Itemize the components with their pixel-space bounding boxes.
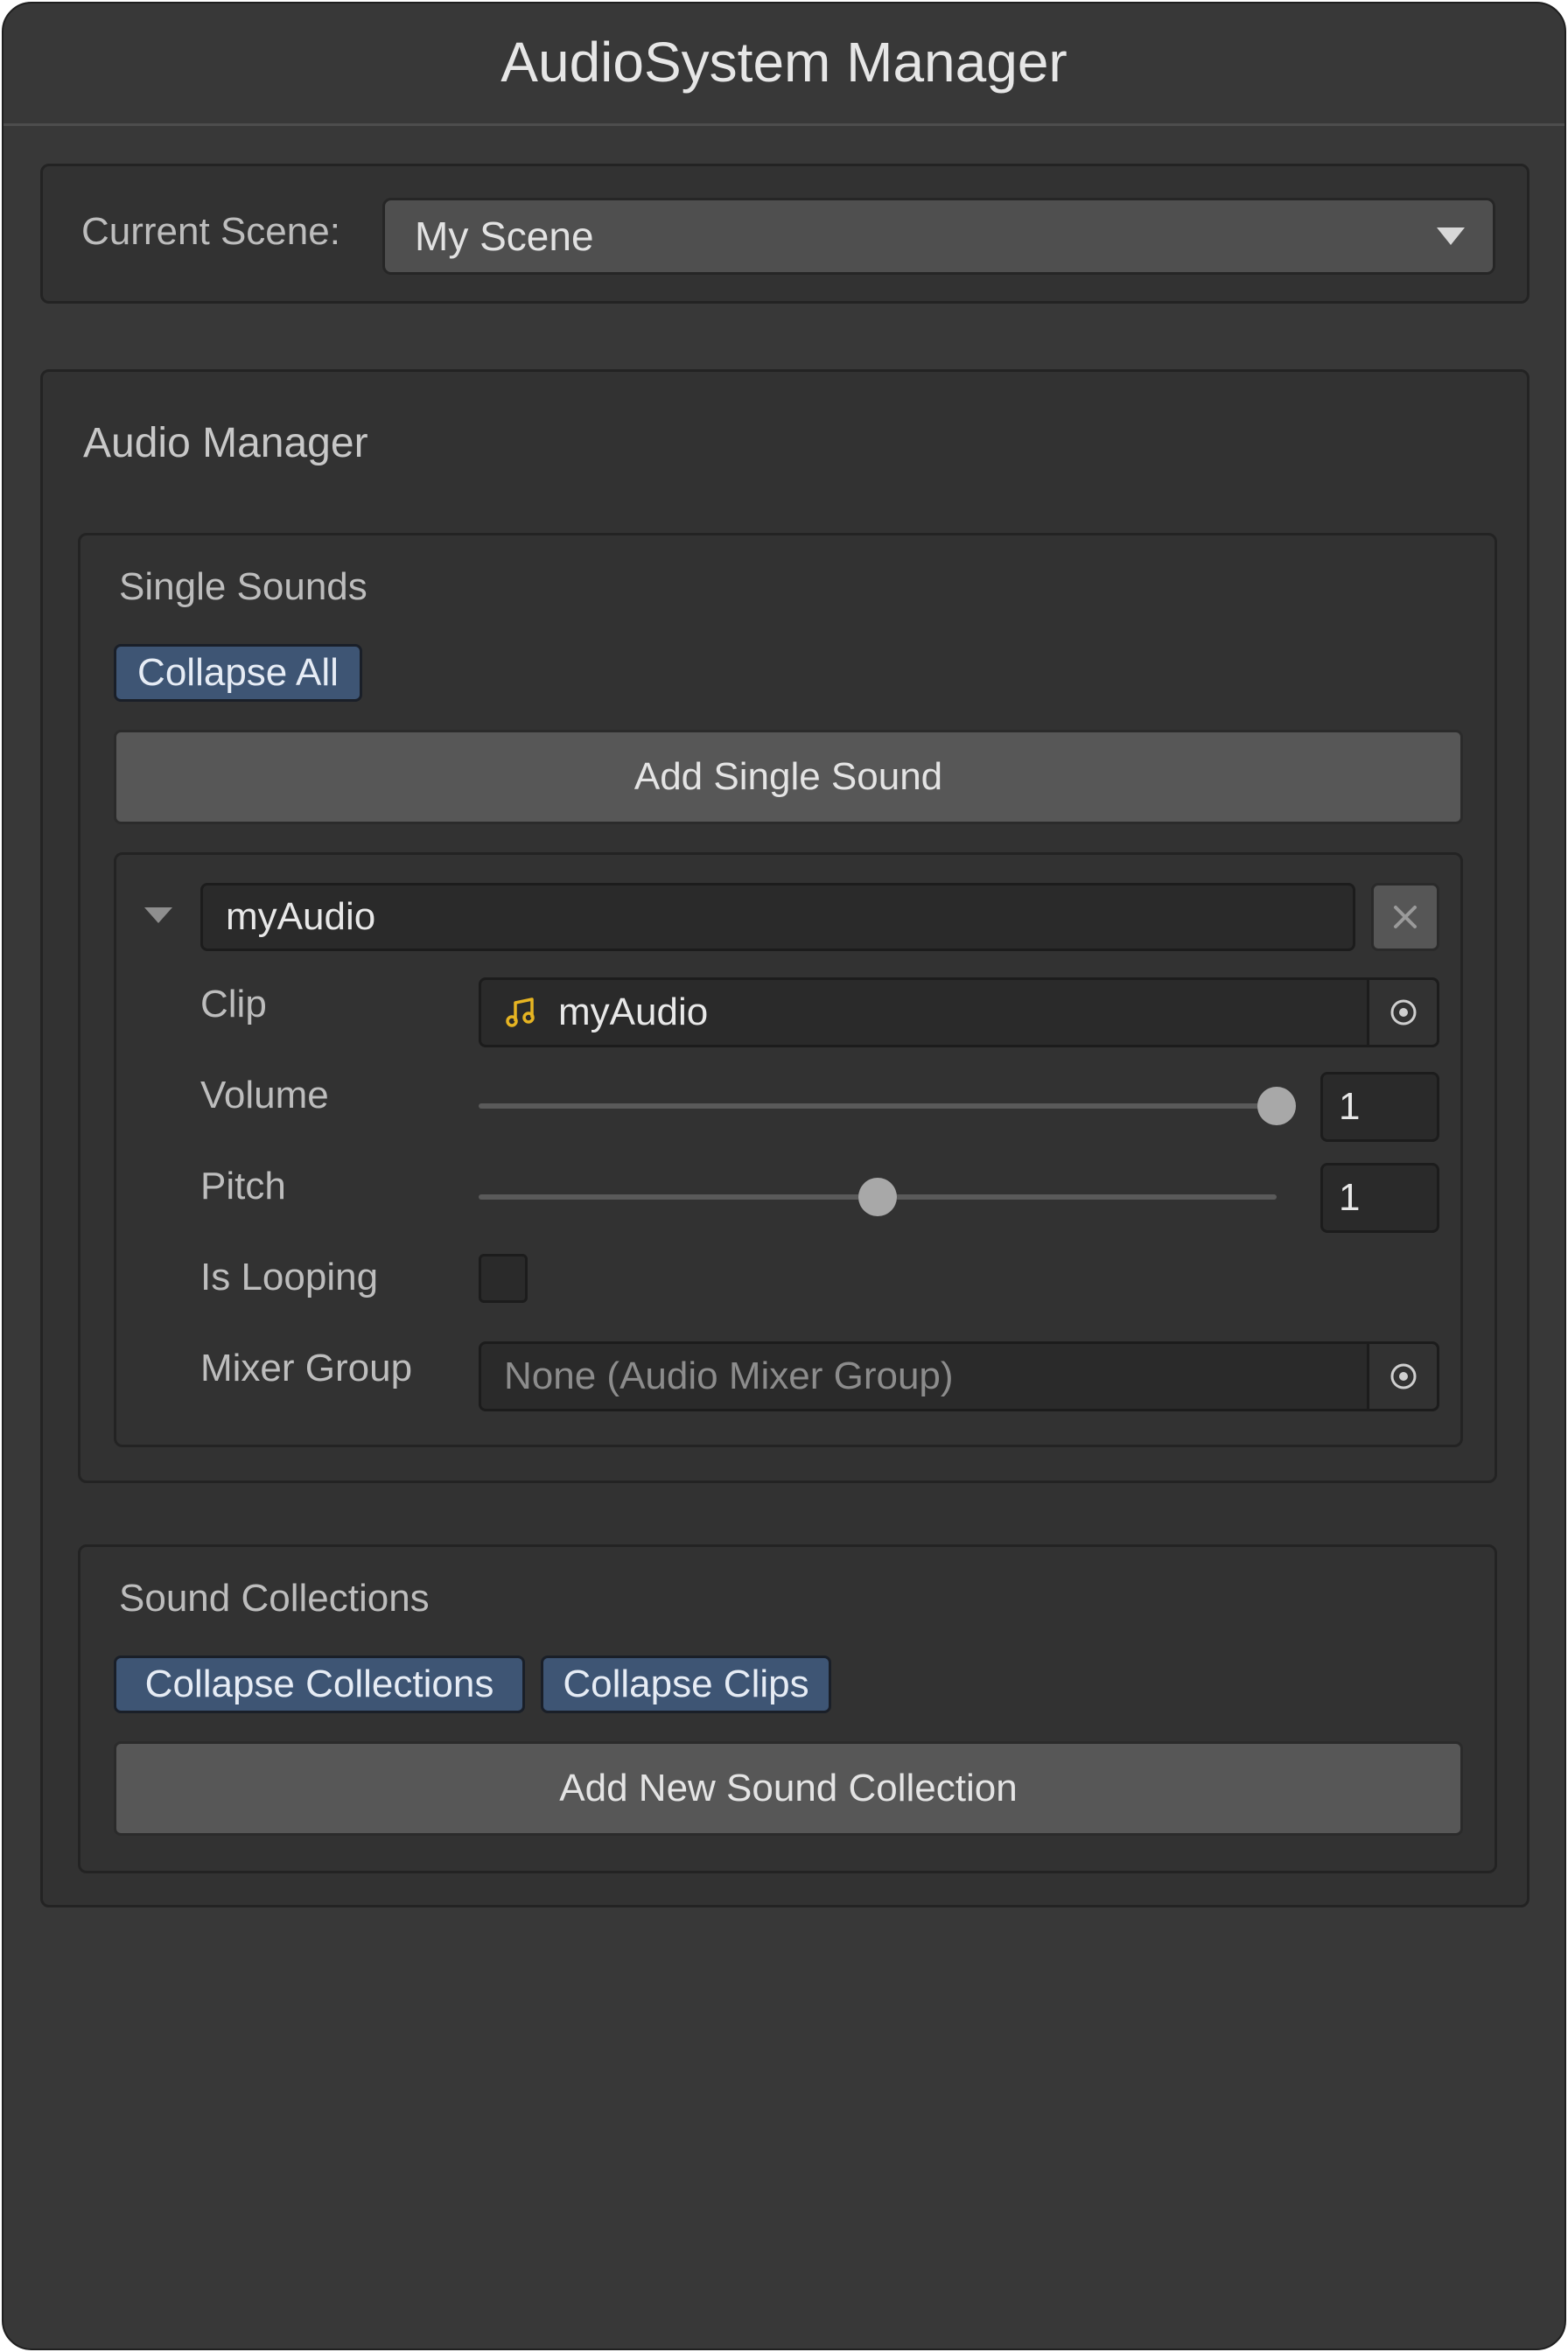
collapse-clips-button[interactable]: Collapse Clips [541, 1656, 831, 1713]
pitch-slider-thumb[interactable] [858, 1178, 897, 1216]
scene-panel: Current Scene: My Scene [40, 164, 1530, 304]
pitch-label: Pitch [200, 1165, 286, 1208]
sound-name-field[interactable]: myAudio [200, 883, 1355, 951]
clip-picker-button[interactable] [1367, 980, 1437, 1045]
scene-dropdown-value: My Scene [415, 214, 594, 259]
scene-dropdown[interactable]: My Scene [382, 198, 1495, 275]
pitch-value: 1 [1339, 1176, 1361, 1219]
single-sounds-section: Single Sounds Collapse All Add Single So… [78, 533, 1497, 1483]
volume-value: 1 [1339, 1085, 1361, 1128]
mixer-group-label: Mixer Group [200, 1347, 413, 1390]
sound-name-value: myAudio [226, 895, 376, 938]
collapse-all-button[interactable]: Collapse All [114, 644, 362, 702]
mixer-group-value: None (Audio Mixer Group) [504, 1354, 954, 1397]
clip-label: Clip [200, 983, 267, 1026]
single-sound-item: myAudio Clip myAudio Volume 1 Pitch 1 Is… [114, 852, 1463, 1447]
object-picker-icon [1390, 999, 1416, 1026]
title-bar: AudioSystem Manager [4, 4, 1564, 126]
foldout-triangle-icon[interactable] [144, 907, 172, 923]
is-looping-label: Is Looping [200, 1256, 379, 1298]
pitch-value-field[interactable]: 1 [1320, 1163, 1439, 1233]
mixer-group-object-field[interactable]: None (Audio Mixer Group) [479, 1341, 1439, 1411]
volume-slider-thumb[interactable] [1257, 1087, 1296, 1125]
is-looping-checkbox[interactable] [479, 1254, 528, 1303]
mixer-group-picker-button[interactable] [1367, 1344, 1437, 1409]
remove-sound-button[interactable] [1371, 883, 1439, 951]
clip-value: myAudio [558, 990, 709, 1033]
volume-value-field[interactable]: 1 [1320, 1072, 1439, 1142]
music-note-icon [506, 998, 535, 1027]
audio-manager-title: Audio Manager [83, 420, 368, 466]
single-sounds-title: Single Sounds [119, 565, 368, 608]
close-icon [1394, 906, 1417, 928]
sound-collections-section: Sound Collections Collapse Collections C… [78, 1544, 1497, 1873]
current-scene-label: Current Scene: [81, 210, 340, 253]
volume-label: Volume [200, 1074, 329, 1116]
collapse-collections-button[interactable]: Collapse Collections [114, 1656, 525, 1713]
window-title: AudioSystem Manager [500, 30, 1068, 94]
add-single-sound-button[interactable]: Add Single Sound [114, 730, 1463, 824]
chevron-down-icon [1437, 228, 1465, 245]
object-picker-icon [1390, 1363, 1416, 1390]
audio-system-manager-window: AudioSystem Manager Current Scene: My Sc… [2, 2, 1566, 2350]
audio-manager-panel: Audio Manager Single Sounds Collapse All… [40, 369, 1530, 1908]
clip-object-field[interactable]: myAudio [479, 977, 1439, 1047]
add-sound-collection-button[interactable]: Add New Sound Collection [114, 1741, 1463, 1836]
volume-slider-track[interactable] [479, 1103, 1277, 1109]
sound-collections-title: Sound Collections [119, 1577, 430, 1620]
